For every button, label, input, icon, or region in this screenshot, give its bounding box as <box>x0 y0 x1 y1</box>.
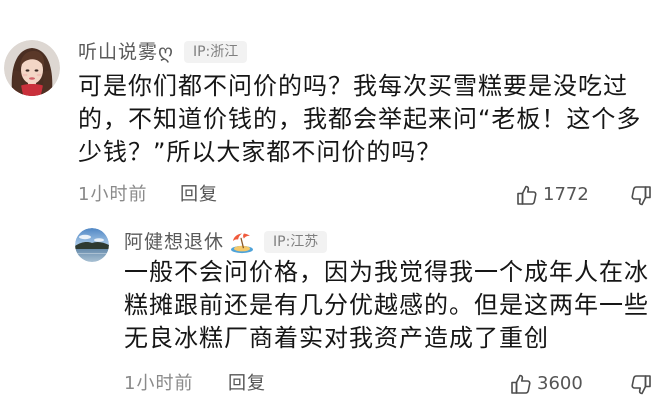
thumbs-down-icon[interactable] <box>629 184 653 208</box>
comment-time: 1小时前 <box>78 184 148 205</box>
landscape-photo-avatar-icon[interactable] <box>75 228 109 262</box>
thumbs-up-icon[interactable] <box>515 183 539 207</box>
beach-umbrella-icon <box>230 230 254 254</box>
thumbs-down-icon[interactable] <box>629 373 653 397</box>
ip-location-badge: IP:江苏 <box>264 231 328 253</box>
reply-time: 1小时前 <box>124 373 194 394</box>
thumbs-up-icon[interactable] <box>509 372 533 396</box>
user-avatar[interactable] <box>75 228 109 262</box>
username[interactable]: 听山说雾ღ <box>78 41 174 63</box>
reply-button[interactable]: 回复 <box>228 372 266 396</box>
girl-photo-avatar-icon[interactable] <box>4 40 60 96</box>
like-count: 1772 <box>543 184 589 205</box>
like-button[interactable]: 3600 <box>509 372 583 396</box>
username[interactable]: 阿健想退休 <box>124 231 224 253</box>
dislike-button[interactable] <box>629 184 653 208</box>
comment-text[interactable]: 可是你们都不问价的吗？我每次买雪糕要是没吃过的，不知道价钱的，我都会举起来问“老… <box>78 70 644 169</box>
reply-button[interactable]: 回复 <box>180 183 218 207</box>
like-button[interactable]: 1772 <box>515 183 589 207</box>
dislike-button[interactable] <box>629 373 653 397</box>
reply-header: 阿健想退休 IP:江苏 <box>124 230 328 254</box>
like-count: 3600 <box>537 373 583 394</box>
reply-text[interactable]: 一般不会问价格，因为我觉得我一个成年人在冰糕摊跟前还是有几分优越感的。但是这两年… <box>124 256 654 355</box>
comment-header: 听山说雾ღ IP:浙江 <box>78 41 248 63</box>
user-avatar[interactable] <box>4 40 60 96</box>
ip-location-badge: IP:浙江 <box>183 41 248 63</box>
